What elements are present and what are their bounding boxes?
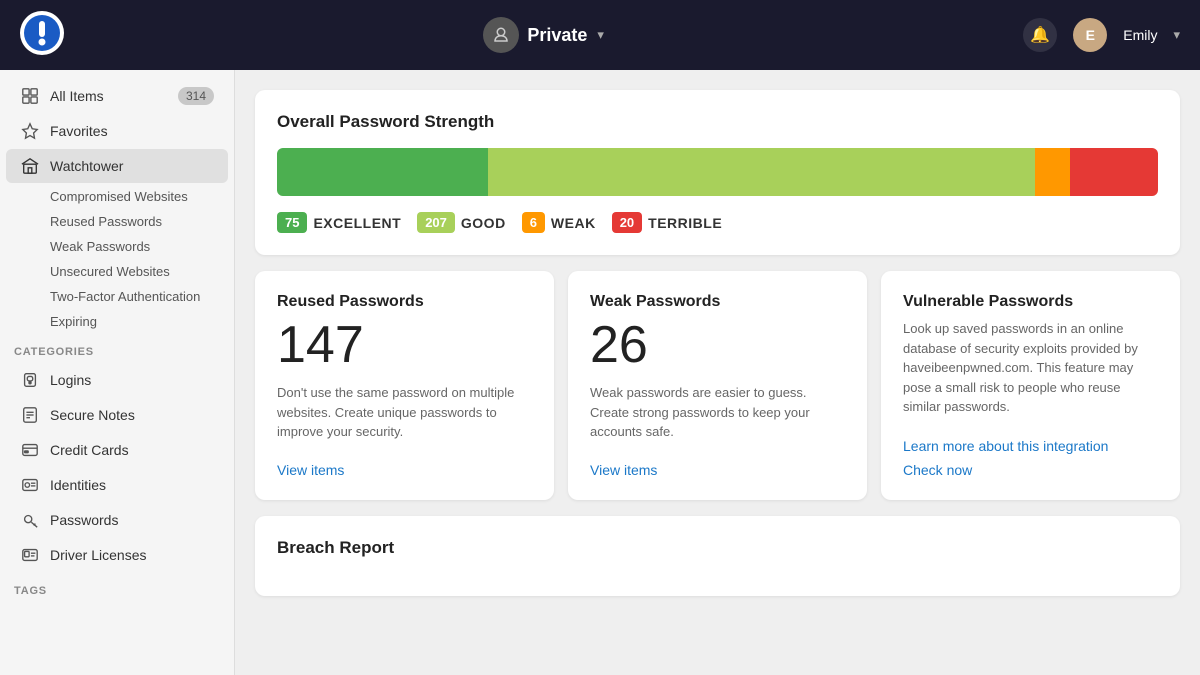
sidebar-item-credit-cards[interactable]: Credit Cards bbox=[6, 433, 228, 467]
sidebar-item-reused[interactable]: Reused Passwords bbox=[6, 209, 228, 234]
legend-item: 20 TERRIBLE bbox=[612, 212, 722, 233]
legend-label: WEAK bbox=[551, 215, 596, 231]
stat-number: 147 bbox=[277, 319, 532, 371]
sidebar-item-logins[interactable]: Logins bbox=[6, 363, 228, 397]
main-content: Overall Password Strength 75EXCELLENT207… bbox=[235, 70, 1200, 675]
app-header: Private ▾ 🔔 E Emily ▾ bbox=[0, 0, 1200, 70]
expiring-label: Expiring bbox=[50, 314, 97, 329]
sidebar-item-expiring[interactable]: Expiring bbox=[6, 309, 228, 334]
credit-cards-label: Credit Cards bbox=[50, 442, 129, 458]
stat-view-items-link[interactable]: View items bbox=[277, 462, 532, 478]
vault-name: Private bbox=[527, 25, 587, 46]
password-strength-title: Overall Password Strength bbox=[277, 112, 1158, 132]
strength-bar bbox=[277, 148, 1158, 196]
vault-selector[interactable]: Private ▾ bbox=[483, 17, 604, 53]
legend-item: 207 GOOD bbox=[417, 212, 505, 233]
user-name: Emily bbox=[1123, 27, 1157, 43]
identities-label: Identities bbox=[50, 477, 106, 493]
stat-desc: Weak passwords are easier to guess. Crea… bbox=[590, 383, 845, 442]
sidebar-item-watchtower[interactable]: Watchtower bbox=[6, 149, 228, 183]
sidebar-item-unsecured[interactable]: Unsecured Websites bbox=[6, 259, 228, 284]
bell-icon[interactable]: 🔔 bbox=[1023, 18, 1057, 52]
stat-card: Reused Passwords 147 Don't use the same pa… bbox=[255, 271, 554, 500]
all-items-label: All Items bbox=[50, 88, 104, 104]
legend-label: EXCELLENT bbox=[313, 215, 401, 231]
legend-count: 207 bbox=[417, 212, 455, 233]
header-right: 🔔 E Emily ▾ bbox=[1023, 18, 1180, 52]
all-items-count: 314 bbox=[178, 87, 214, 105]
driver-licenses-label: Driver Licenses bbox=[50, 547, 146, 563]
sidebar-item-secure-notes[interactable]: Secure Notes bbox=[6, 398, 228, 432]
legend-label: TERRIBLE bbox=[648, 215, 722, 231]
legend-item: 75 EXCELLENT bbox=[277, 212, 401, 233]
legend-count: 6 bbox=[522, 212, 545, 233]
passwords-label: Passwords bbox=[50, 512, 118, 528]
legend-item: 6 WEAK bbox=[522, 212, 596, 233]
twofactor-label: Two-Factor Authentication bbox=[50, 289, 200, 304]
compromised-label: Compromised Websites bbox=[50, 189, 188, 204]
reused-label: Reused Passwords bbox=[50, 214, 162, 229]
all-items-icon bbox=[20, 86, 40, 106]
sidebar-item-compromised[interactable]: Compromised Websites bbox=[6, 184, 228, 209]
strength-bar-segment bbox=[488, 148, 1034, 196]
stat-card-title: Reused Passwords bbox=[277, 293, 532, 311]
weak-label: Weak Passwords bbox=[50, 239, 150, 254]
strength-bar-segment bbox=[1035, 148, 1070, 196]
password-strength-card: Overall Password Strength 75EXCELLENT207… bbox=[255, 90, 1180, 255]
strength-bar-segment bbox=[1070, 148, 1158, 196]
sidebar-item-all-items[interactable]: All Items 314 bbox=[6, 79, 228, 113]
vault-chevron-icon: ▾ bbox=[597, 27, 604, 43]
stat-learn-more-link[interactable]: Learn more about this integration bbox=[903, 438, 1158, 454]
tags-section-label: TAGS bbox=[0, 573, 234, 601]
logins-label: Logins bbox=[50, 372, 91, 388]
stat-card: Weak Passwords 26 Weak passwords are easie… bbox=[568, 271, 867, 500]
vault-icon bbox=[483, 17, 519, 53]
sidebar-item-favorites[interactable]: Favorites bbox=[6, 114, 228, 148]
credit-cards-icon bbox=[20, 440, 40, 460]
watchtower-label: Watchtower bbox=[50, 158, 123, 174]
avatar: E bbox=[1073, 18, 1107, 52]
legend-count: 20 bbox=[612, 212, 642, 233]
stat-desc: Don't use the same password on multiple … bbox=[277, 383, 532, 442]
stat-number: 26 bbox=[590, 319, 845, 371]
driver-licenses-icon bbox=[20, 545, 40, 565]
sidebar-item-driver-licenses[interactable]: Driver Licenses bbox=[6, 538, 228, 572]
legend-count: 75 bbox=[277, 212, 307, 233]
sidebar-item-identities[interactable]: Identities bbox=[6, 468, 228, 502]
logins-icon bbox=[20, 370, 40, 390]
secure-notes-label: Secure Notes bbox=[50, 407, 135, 423]
legend-label: GOOD bbox=[461, 215, 506, 231]
unsecured-label: Unsecured Websites bbox=[50, 264, 170, 279]
stat-card: Vulnerable Passwords Look up saved passwo… bbox=[881, 271, 1180, 500]
secure-notes-icon bbox=[20, 405, 40, 425]
sidebar-item-twofactor[interactable]: Two-Factor Authentication bbox=[6, 284, 228, 309]
sidebar-item-weak[interactable]: Weak Passwords bbox=[6, 234, 228, 259]
sidebar-item-passwords[interactable]: Passwords bbox=[6, 503, 228, 537]
strength-legend: 75 EXCELLENT 207 GOOD 6 WEAK 20 TERRIBLE bbox=[277, 212, 1158, 233]
stat-view-items-link[interactable]: View items bbox=[590, 462, 845, 478]
favorites-icon bbox=[20, 121, 40, 141]
breach-report-card: Breach Report bbox=[255, 516, 1180, 596]
sidebar: All Items 314 Favorites Watchtower bbox=[0, 70, 235, 675]
passwords-icon bbox=[20, 510, 40, 530]
stat-desc: Look up saved passwords in an online dat… bbox=[903, 319, 1158, 418]
logo bbox=[20, 11, 64, 60]
favorites-label: Favorites bbox=[50, 123, 108, 139]
user-chevron-icon: ▾ bbox=[1173, 27, 1180, 43]
watchtower-icon bbox=[20, 156, 40, 176]
breach-report-title: Breach Report bbox=[277, 538, 1158, 558]
strength-bar-segment bbox=[277, 148, 488, 196]
stat-card-title: Vulnerable Passwords bbox=[903, 293, 1158, 311]
categories-section-label: CATEGORIES bbox=[0, 334, 234, 362]
stat-check-now-link[interactable]: Check now bbox=[903, 462, 1158, 478]
identities-icon bbox=[20, 475, 40, 495]
stat-card-title: Weak Passwords bbox=[590, 293, 845, 311]
stat-cards-row: Reused Passwords 147 Don't use the same pa… bbox=[255, 271, 1180, 500]
